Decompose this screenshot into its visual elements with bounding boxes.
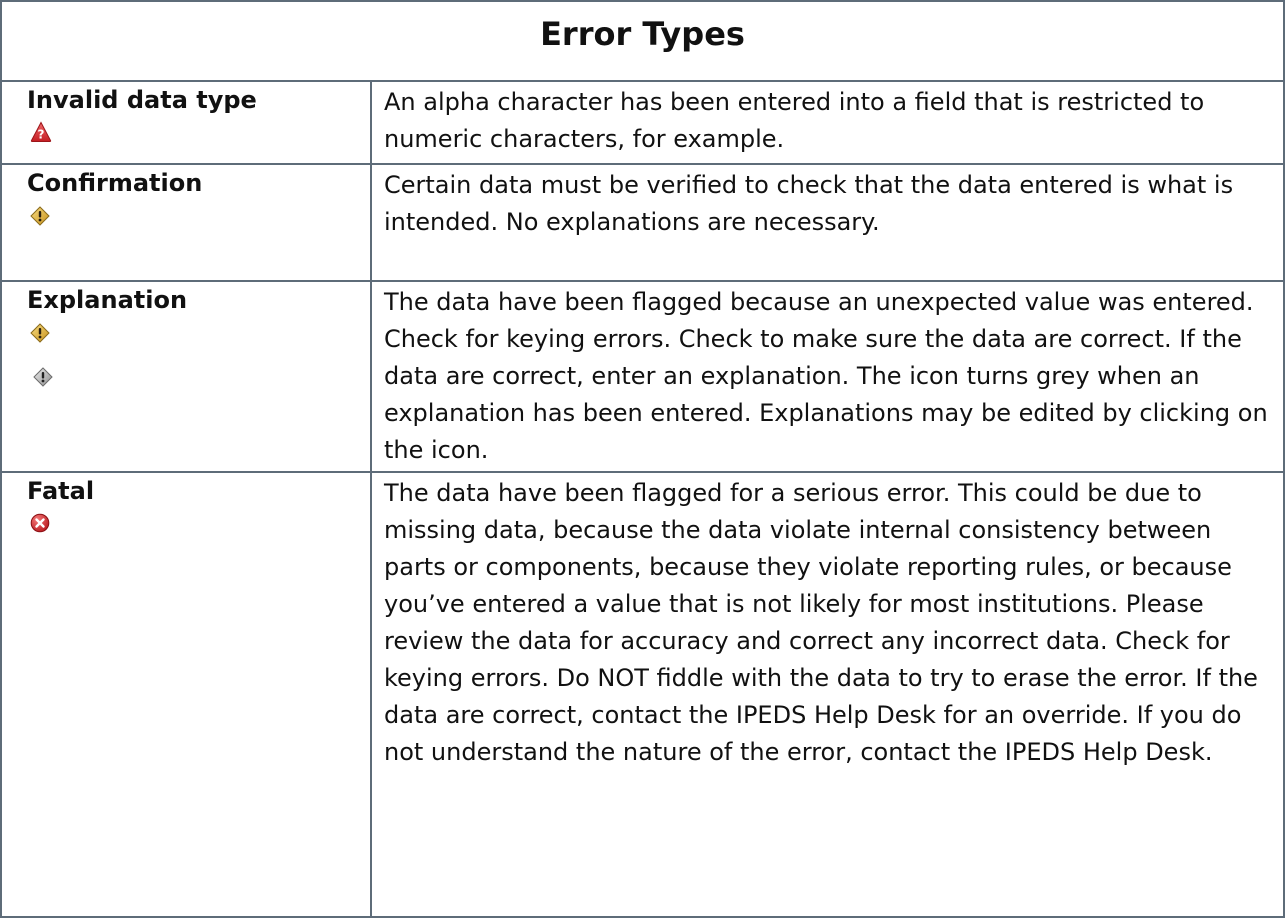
error-description: The data have been flagged for a serious… <box>384 479 1258 766</box>
error-type-cell: Fatal <box>0 471 372 918</box>
error-type-cell: Explanation <box>0 280 372 473</box>
svg-text:?: ? <box>38 128 45 142</box>
yellow-exclamation-diamond-icon <box>29 206 370 248</box>
error-type-cell: Invalid data type ? <box>0 80 372 165</box>
error-type-cell: Confirmation <box>0 163 372 282</box>
error-type-name: Explanation <box>27 286 188 314</box>
table-row: Confirmation Certain data must be verifi… <box>0 163 1285 282</box>
error-description: Certain data must be verified to check t… <box>384 171 1234 236</box>
table-row: Invalid data type ? An alpha character h… <box>0 80 1285 165</box>
red-warning-triangle-icon: ? <box>29 121 370 163</box>
error-description: An alpha character has been entered into… <box>384 88 1205 153</box>
error-description-cell: Certain data must be verified to check t… <box>370 163 1285 282</box>
error-description-cell: The data have been flagged for a serious… <box>370 471 1285 918</box>
error-type-name: Confirmation <box>27 169 203 197</box>
title-row: Error Types <box>0 0 1285 82</box>
title-cell: Error Types <box>0 0 1285 82</box>
error-description: The data have been flagged because an un… <box>384 288 1268 464</box>
red-x-circle-icon <box>29 513 370 555</box>
error-types-table: Error Types Invalid data type ? An alpha… <box>0 0 1285 918</box>
table-row: Explanation The data have been flagged b… <box>0 280 1285 473</box>
page-title: Error Types <box>540 15 745 53</box>
error-type-name: Fatal <box>27 477 95 505</box>
table-row: Fatal The data have been flagged for a s… <box>0 471 1285 918</box>
grey-exclamation-diamond-icon <box>29 367 370 409</box>
error-type-name: Invalid data type <box>27 86 257 114</box>
yellow-exclamation-diamond-icon <box>29 323 370 365</box>
error-description-cell: The data have been flagged because an un… <box>370 280 1285 473</box>
error-description-cell: An alpha character has been entered into… <box>370 80 1285 165</box>
